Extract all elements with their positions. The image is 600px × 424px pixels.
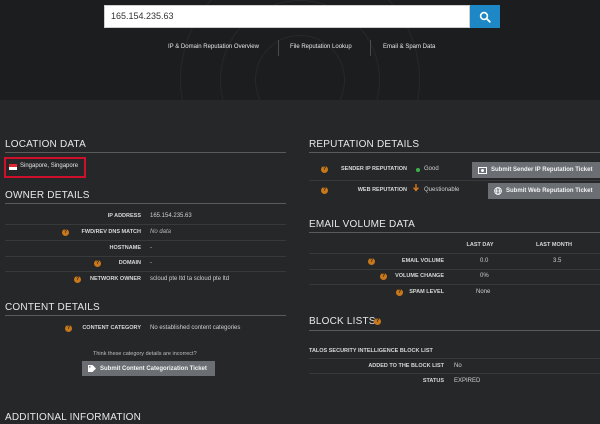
email-volume-label: EMAIL VOLUME	[401, 258, 444, 264]
tag-icon	[88, 365, 96, 372]
submit-sender-ip-reputation-label: Submit Sender IP Reputation Ticket	[491, 167, 593, 173]
owner-label-domain: DOMAIN	[118, 260, 141, 266]
owner-value-domain: -	[150, 260, 152, 266]
submit-sender-ip-reputation-button[interactable]: Submit Sender IP Reputation Ticket	[472, 162, 600, 178]
spam-level-label: SPAM LEVEL	[409, 289, 444, 295]
section-rule	[5, 152, 286, 153]
nav-divider	[278, 40, 279, 56]
owner-label-hostname: HOSTNAME	[109, 245, 141, 251]
good-status-dot	[416, 168, 420, 172]
col-header-last-month: LAST MONTH	[535, 242, 573, 248]
owner-label-ip: IP ADDRESS	[107, 213, 141, 219]
volume-change-label: VOLUME CHANGE	[395, 273, 444, 279]
content-category-value: No established content categories	[150, 325, 241, 331]
help-icon[interactable]: ?	[321, 187, 328, 194]
added-to-block-list-value: No	[454, 363, 462, 369]
row-divider	[5, 240, 286, 241]
search-input[interactable]: 165.154.235.63	[104, 5, 470, 28]
owner-value-ip: 165.154.235.63	[150, 213, 192, 219]
singapore-flag-icon	[9, 164, 17, 170]
search-icon	[479, 11, 491, 23]
section-rule	[5, 315, 286, 316]
email-volume-data-title: EMAIL VOLUME DATA	[309, 219, 416, 230]
added-to-block-list-label: ADDED TO THE BLOCK LIST	[368, 363, 444, 369]
owner-label-dns: FWD/REV DNS MATCH	[81, 229, 141, 235]
block-list-status-label: STATUS	[422, 378, 444, 384]
row-divider	[309, 373, 600, 374]
reputation-details-title: REPUTATION DETAILS	[309, 139, 420, 150]
row-divider	[309, 253, 600, 254]
help-icon[interactable]: ?	[321, 166, 328, 173]
content-details-title: CONTENT DETAILS	[5, 302, 100, 313]
nav-link-email-spam[interactable]: Email & Spam Data	[383, 44, 435, 50]
email-ticket-icon	[478, 166, 487, 174]
section-rule	[5, 203, 286, 204]
owner-label-network: NETWORK OWNER	[89, 276, 141, 282]
web-reputation-value: Questionable	[424, 187, 460, 193]
arrow-down-icon	[413, 184, 419, 192]
owner-details-title: OWNER DETAILS	[5, 190, 90, 201]
email-volume-day: 0.0	[480, 258, 489, 264]
email-volume-month: 3.5	[553, 258, 562, 264]
content-category-label: CONTENT CATEGORY	[82, 325, 141, 331]
section-rule	[309, 152, 600, 153]
row-divider	[309, 358, 600, 359]
location-value: Singapore, Singapore	[20, 163, 79, 169]
talos-block-list-name: TALOS SECURITY INTELLIGENCE BLOCK LIST	[309, 348, 433, 354]
owner-value-hostname: -	[150, 245, 152, 251]
submit-web-reputation-label: Submit Web Reputation Ticket	[506, 188, 593, 194]
col-header-last-day: LAST DAY	[466, 242, 494, 248]
section-rule	[309, 330, 600, 331]
location-data-title: LOCATION DATA	[5, 139, 86, 150]
section-rule	[309, 232, 600, 233]
incorrect-category-prompt: Think these category details are incorre…	[93, 351, 197, 357]
sender-ip-reputation-label: SENDER IP REPUTATION	[340, 166, 407, 172]
owner-value-network: scloud pte ltd ta scloud pte ltd	[150, 276, 230, 282]
help-icon[interactable]: ?	[374, 318, 381, 325]
row-divider	[5, 271, 286, 272]
owner-value-dns: No data	[150, 229, 172, 235]
block-lists-title: BLOCK LISTS	[309, 316, 376, 327]
globe-icon	[494, 187, 502, 195]
row-divider	[5, 224, 286, 225]
submit-content-categorization-button[interactable]: Submit Content Categorization Ticket	[82, 361, 215, 376]
volume-change-day: 0%	[480, 273, 489, 279]
sender-ip-reputation-value: Good	[424, 166, 439, 172]
nav-link-file-reputation[interactable]: File Reputation Lookup	[290, 44, 352, 50]
search-button[interactable]	[470, 5, 500, 28]
row-divider	[309, 180, 600, 181]
row-divider	[309, 269, 600, 270]
nav-link-ip-domain-overview[interactable]: IP & Domain Reputation Overview	[168, 44, 259, 50]
additional-information-title: ADDITIONAL INFORMATION	[5, 412, 142, 423]
web-reputation-label: WEB REPUTATION	[357, 187, 407, 193]
row-divider	[309, 284, 600, 285]
spam-level-day: None	[476, 289, 491, 295]
block-list-status-value: EXPIRED	[454, 378, 481, 384]
row-divider	[5, 256, 286, 257]
nav-divider	[370, 40, 371, 56]
submit-web-reputation-button[interactable]: Submit Web Reputation Ticket	[488, 183, 600, 199]
submit-content-categorization-label: Submit Content Categorization Ticket	[100, 365, 207, 372]
